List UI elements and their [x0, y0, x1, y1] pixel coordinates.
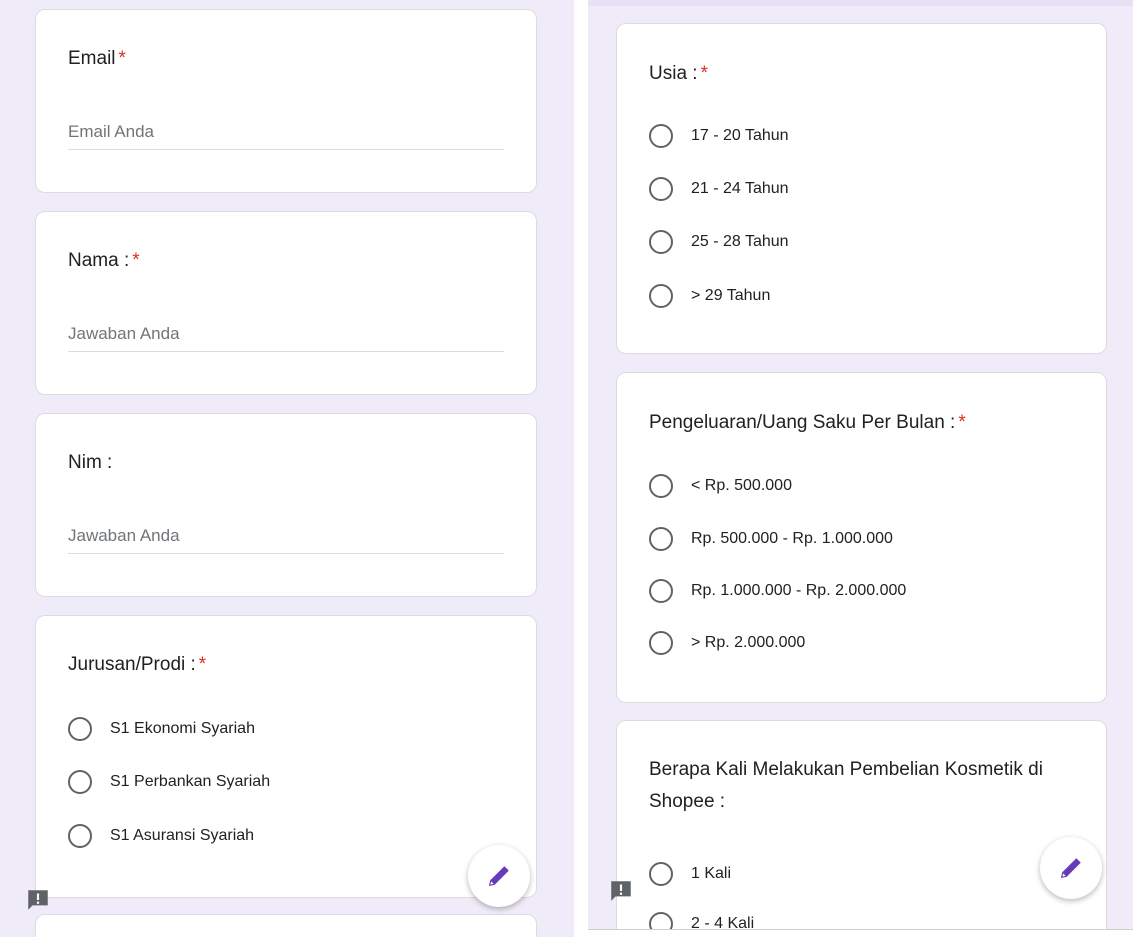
- required-asterisk: *: [118, 48, 126, 69]
- question-title-text: Berapa Kali Melakukan Pembelian Kosmetik…: [649, 759, 1043, 812]
- email-field: [68, 110, 504, 150]
- radio-option-21-24-tahun[interactable]: 21 - 24 Tahun: [649, 174, 789, 204]
- option-label: 21 - 24 Tahun: [691, 180, 789, 197]
- option-label: Rp. 1.000.000 - Rp. 2.000.000: [691, 582, 907, 599]
- radio-option-500000-1000000[interactable]: Rp. 500.000 - Rp. 1.000.000: [649, 524, 893, 554]
- option-label: > 29 Tahun: [691, 287, 771, 304]
- nama-input[interactable]: [68, 312, 504, 350]
- radio-button[interactable]: [649, 912, 673, 929]
- question-title-text: Nama :: [68, 250, 130, 271]
- option-label: S1 Asuransi Syariah: [110, 827, 255, 844]
- option-label: 17 - 20 Tahun: [691, 127, 789, 144]
- radio-option-over-2000000[interactable]: > Rp. 2.000.000: [649, 628, 805, 658]
- question-card-next: [35, 914, 537, 937]
- radio-option-s1-perbankan-syariah[interactable]: S1 Perbankan Syariah: [68, 767, 270, 797]
- radio-option-s1-asuransi-syariah[interactable]: S1 Asuransi Syariah: [68, 821, 254, 851]
- pencil-icon: [488, 866, 509, 887]
- radio-button[interactable]: [649, 230, 673, 254]
- radio-button[interactable]: [649, 527, 673, 551]
- question-card-pembelian: Berapa Kali Melakukan Pembelian Kosmetik…: [616, 720, 1107, 930]
- form-panel-left: Email* Nama :* Nim : Jurusan/Prodi :* S1…: [0, 0, 574, 937]
- form-panel-right: Usia : * 17 - 20 Tahun 21 - 24 Tahun 25 -…: [588, 0, 1133, 930]
- radio-option-25-28-tahun[interactable]: 25 - 28 Tahun: [649, 227, 789, 257]
- question-card-usia: Usia : * 17 - 20 Tahun 21 - 24 Tahun 25 -…: [616, 23, 1107, 354]
- option-label: 25 - 28 Tahun: [691, 233, 789, 250]
- radio-option-1000000-2000000[interactable]: Rp. 1.000.000 - Rp. 2.000.000: [649, 576, 906, 606]
- question-title-pembelian: Berapa Kali Melakukan Pembelian Kosmetik…: [649, 754, 1079, 818]
- nama-field: [68, 312, 504, 352]
- option-label: 1 Kali: [691, 865, 732, 882]
- question-title-text: Pengeluaran/Uang Saku Per Bulan :: [649, 412, 956, 433]
- pencil-icon: [1060, 858, 1081, 879]
- question-card-nama: Nama : *: [35, 211, 537, 395]
- report-issue-button[interactable]: [608, 878, 634, 904]
- question-title-email: Email *: [68, 48, 126, 70]
- radio-option-17-20-tahun[interactable]: 17 - 20 Tahun: [649, 121, 789, 151]
- top-strip: [588, 0, 1133, 6]
- question-card-email: Email *: [35, 9, 537, 193]
- option-label: < Rp. 500.000: [691, 477, 792, 494]
- radio-option-1-kali[interactable]: 1 Kali: [649, 859, 731, 889]
- question-title-text: Nim :: [68, 452, 113, 473]
- radio-button[interactable]: [68, 770, 92, 794]
- nim-field: [68, 514, 504, 554]
- option-label: > Rp. 2.000.000: [691, 634, 806, 651]
- radio-button[interactable]: [68, 824, 92, 848]
- radio-option-29-tahun[interactable]: > 29 Tahun: [649, 281, 770, 311]
- option-label: 2 - 4 Kali: [691, 915, 755, 930]
- radio-option-s1-ekonomi-syariah[interactable]: S1 Ekonomi Syariah: [68, 714, 255, 744]
- email-input[interactable]: [68, 110, 504, 148]
- radio-button[interactable]: [649, 124, 673, 148]
- required-asterisk: *: [132, 250, 140, 271]
- required-asterisk: *: [700, 63, 708, 84]
- question-title-pengeluaran: Pengeluaran/Uang Saku Per Bulan : *: [649, 412, 966, 434]
- question-card-jurusan: Jurusan/Prodi : * S1 Ekonomi Syariah S1 P…: [35, 615, 537, 898]
- question-card-nim: Nim :: [35, 413, 537, 597]
- radio-button[interactable]: [68, 717, 92, 741]
- report-issue-icon: [611, 881, 631, 901]
- radio-button[interactable]: [649, 862, 673, 886]
- nim-input[interactable]: [68, 514, 504, 552]
- question-title-nim: Nim :: [68, 452, 112, 474]
- question-title-usia: Usia : *: [649, 63, 708, 85]
- report-issue-button[interactable]: [25, 887, 51, 913]
- question-title-text: Jurusan/Prodi :: [68, 654, 196, 675]
- question-card-pengeluaran: Pengeluaran/Uang Saku Per Bulan : * < Rp.…: [616, 372, 1107, 703]
- question-title-text: Email: [68, 48, 116, 69]
- question-title-jurusan: Jurusan/Prodi : *: [68, 654, 206, 676]
- edit-fab-button[interactable]: [1040, 837, 1102, 899]
- question-title-nama: Nama : *: [68, 250, 140, 272]
- radio-option-2-4-kali[interactable]: 2 - 4 Kali: [649, 909, 755, 930]
- option-label: S1 Perbankan Syariah: [110, 773, 271, 790]
- option-label: Rp. 500.000 - Rp. 1.000.000: [691, 530, 893, 547]
- required-asterisk: *: [958, 412, 966, 433]
- required-asterisk: *: [198, 654, 207, 675]
- radio-button[interactable]: [649, 474, 673, 498]
- question-title-text: Usia :: [649, 63, 698, 84]
- radio-button[interactable]: [649, 631, 673, 655]
- radio-button[interactable]: [649, 177, 673, 201]
- report-issue-icon: [28, 890, 48, 910]
- radio-option-under-500000[interactable]: < Rp. 500.000: [649, 471, 792, 501]
- radio-button[interactable]: [649, 284, 673, 308]
- edit-fab-button[interactable]: [468, 845, 530, 907]
- radio-button[interactable]: [649, 579, 673, 603]
- option-label: S1 Ekonomi Syariah: [110, 720, 255, 737]
